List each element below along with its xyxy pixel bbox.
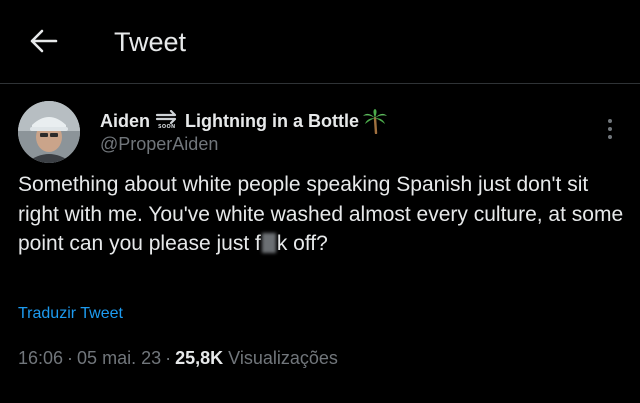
censored-region bbox=[261, 233, 276, 253]
arrow-soon-icon: SOON bbox=[155, 110, 181, 132]
tweet-text: Something about white people speaking Sp… bbox=[18, 170, 624, 259]
soon-label: SOON bbox=[158, 124, 176, 130]
tweet-text-end: k off? bbox=[276, 232, 328, 255]
tweet-date[interactable]: 05 mai. 23 bbox=[77, 348, 161, 368]
author-name[interactable]: Aiden SOON Lightning in a Bottle bbox=[100, 108, 388, 135]
display-name-part2: Lightning in a Bottle bbox=[185, 110, 359, 131]
avatar-image bbox=[18, 101, 80, 163]
tweet-meta: 16:06 · 05 mai. 23 · 25,8K Visualizações bbox=[18, 348, 338, 369]
back-button[interactable] bbox=[26, 26, 62, 56]
tweet-time[interactable]: 16:06 bbox=[18, 348, 63, 368]
views-count[interactable]: 25,8K bbox=[175, 348, 223, 368]
translate-tweet-link[interactable]: Traduzir Tweet bbox=[18, 305, 123, 323]
arrow-left-icon bbox=[30, 29, 58, 53]
separator: · bbox=[67, 348, 74, 368]
more-vertical-icon bbox=[608, 119, 612, 139]
separator: · bbox=[165, 348, 172, 368]
display-name-part1: Aiden bbox=[100, 110, 151, 131]
palm-tree-icon bbox=[362, 108, 388, 135]
more-options-button[interactable] bbox=[598, 114, 622, 144]
top-bar: Tweet bbox=[0, 0, 640, 84]
avatar[interactable] bbox=[18, 101, 80, 163]
author-handle[interactable]: @ProperAiden bbox=[100, 134, 218, 155]
views-label: Visualizações bbox=[228, 348, 338, 368]
page-title: Tweet bbox=[114, 27, 187, 57]
